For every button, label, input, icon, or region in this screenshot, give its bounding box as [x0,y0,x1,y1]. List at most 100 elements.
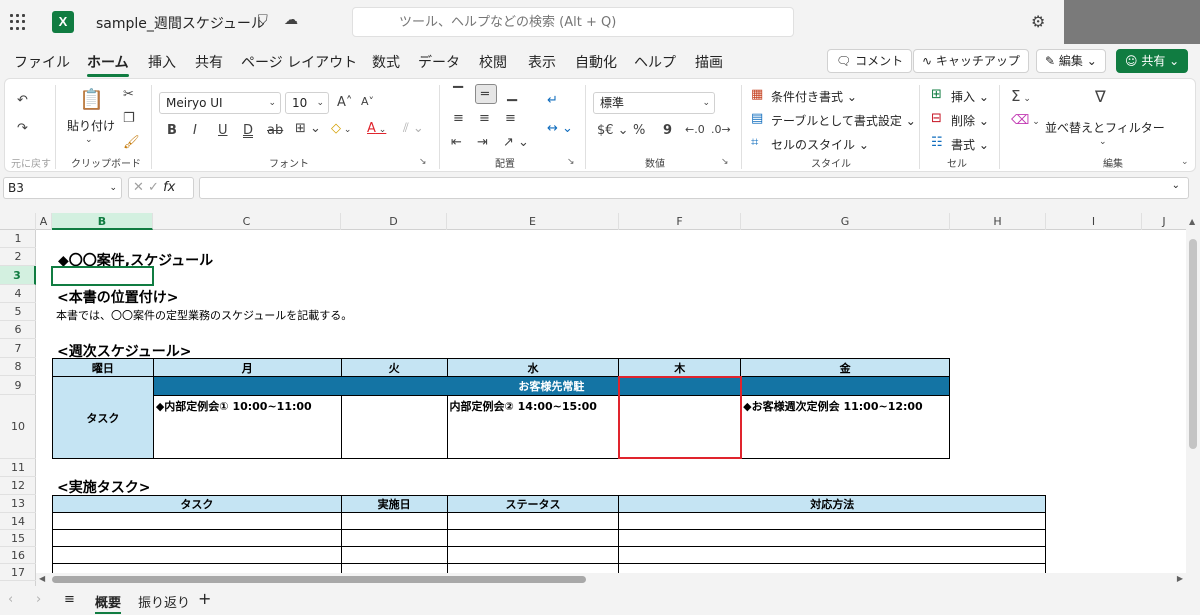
scroll-up-icon[interactable]: ▲ [1189,217,1195,226]
borders-icon[interactable]: ⊞ ⌄ [295,121,321,136]
sensitivity-shield-icon[interactable]: ⛉ [258,13,268,28]
all-sheets-menu-icon[interactable]: ≡ [64,592,75,607]
tab-page-layout[interactable]: ページ レイアウト [241,52,357,72]
row-header-11[interactable]: 11 [0,459,36,477]
tab-view[interactable]: 表示 [528,52,556,72]
vertical-scroll-thumb[interactable] [1189,239,1197,449]
enter-icon[interactable]: ✓ [148,180,159,195]
column-header-c[interactable]: C [153,213,341,230]
decrease-indent-icon[interactable]: ⇤ [451,135,462,150]
row-header-13[interactable]: 13 [0,495,36,513]
tab-file[interactable]: ファイル [14,52,70,72]
sort-filter-button[interactable]: 並べ替えとフィルター [1045,119,1165,136]
tab-home[interactable]: ホーム [87,52,129,77]
search-box[interactable] [352,7,794,37]
font-name-select[interactable]: Meiryo UI ⌄ [159,92,281,114]
worksheet-grid[interactable]: A B C D E F G H I J 1 2 3 4 5 6 7 8 9 10… [0,213,1200,586]
column-header-d[interactable]: D [341,213,447,230]
bold-icon[interactable]: B [167,123,177,138]
comma-style-icon[interactable]: 9 [663,123,672,138]
paste-icon[interactable]: 📋 [79,87,104,111]
status-cell[interactable] [446,546,620,564]
name-box[interactable]: B3 ⌄ [3,177,122,199]
tab-formulas[interactable]: 数式 [372,52,400,72]
weekday-header[interactable]: 曜日 [52,358,154,377]
column-header-b[interactable]: B [52,213,153,230]
tasks-col-date[interactable]: 実施日 [340,495,448,513]
selected-cell-b3[interactable] [51,266,154,286]
task-label-cell[interactable]: タスク [52,376,154,459]
row-header-15[interactable]: 15 [0,530,36,547]
tuesday-task[interactable] [340,395,448,459]
column-header-i[interactable]: I [1046,213,1142,230]
method-cell[interactable] [618,529,1046,547]
column-header-a[interactable]: A [36,213,52,230]
position-text[interactable]: 本書では、〇〇案件の定型業務のスケジュールを記載する。 [56,307,352,323]
thursday-header[interactable]: 木 [618,358,742,377]
method-cell[interactable] [618,546,1046,564]
sheet-tab-overview[interactable]: 概要 [95,592,122,614]
add-sheet-icon[interactable]: + [198,589,211,608]
column-header-j[interactable]: J [1142,213,1186,230]
column-header-h[interactable]: H [950,213,1046,230]
cell-styles-icon[interactable]: ⌗ [751,135,758,150]
comment-button[interactable]: 🗨 コメント [827,49,913,73]
tab-insert[interactable]: 挿入 [148,52,176,72]
conditional-format-icon[interactable]: ▦ [751,87,763,102]
next-sheet-icon[interactable]: › [36,592,41,607]
task-cell[interactable] [52,529,342,547]
sort-filter-dropdown-icon[interactable]: ⌄ [1099,137,1107,147]
row-header-5[interactable]: 5 [0,303,36,321]
formula-input[interactable]: ⌄ [199,177,1189,199]
row-header-17[interactable]: 17 [0,564,36,581]
row-header-4[interactable]: 4 [0,285,36,303]
horizontal-scroll-thumb[interactable] [52,576,586,583]
undo-icon[interactable]: ↶ [17,93,28,108]
tuesday-header[interactable]: 火 [340,358,448,377]
monday-header[interactable]: 月 [152,358,342,377]
onsite-banner[interactable]: お客様先常駐 [152,376,951,396]
merge-center-icon[interactable]: ↔ ⌄ [547,121,573,136]
position-heading[interactable]: <本書の位置付け> [57,287,178,307]
tab-draw[interactable]: 描画 [695,52,723,72]
date-cell[interactable] [340,529,448,547]
paste-label[interactable]: 貼り付け [67,117,115,134]
orientation-icon[interactable]: ↗ ⌄ [503,135,529,150]
sort-filter-icon[interactable]: ∇ [1095,87,1106,106]
method-cell[interactable] [618,512,1046,530]
row-header-1[interactable]: 1 [0,230,36,248]
friday-header[interactable]: 金 [740,358,950,377]
tab-data[interactable]: データ [418,52,460,72]
tab-share[interactable]: 共有 [195,52,223,72]
format-table-icon[interactable]: ▤ [751,111,763,126]
font-size-select[interactable]: 10 ⌄ [285,92,329,114]
select-all-corner[interactable] [0,213,36,230]
increase-indent-icon[interactable]: ⇥ [477,135,488,150]
insert-cells-icon[interactable]: ⊞ [931,87,942,102]
align-center-icon[interactable]: ≡ [479,111,490,126]
clear-icon[interactable]: ⌫ ⌄ [1011,113,1040,128]
tasks-col-method[interactable]: 対応方法 [618,495,1046,513]
search-input[interactable] [353,8,793,36]
conditional-format-button[interactable]: 条件付き書式 ⌄ [771,88,857,105]
copy-icon[interactable]: ❐ [123,111,135,126]
row-header-7[interactable]: 7 [0,339,36,358]
underline-icon[interactable]: U [218,123,228,138]
font-color-icon[interactable]: A ⌄ [367,121,386,136]
delete-cells-icon[interactable]: ⊟ [931,111,942,126]
row-header-16[interactable]: 16 [0,547,36,564]
ribbon-collapse-icon[interactable]: ⌄ [1181,157,1189,167]
insert-function-icon[interactable]: fx [163,180,175,195]
align-middle-icon[interactable]: ═ [481,87,489,102]
tasks-heading[interactable]: <実施タスク> [57,477,150,497]
insert-cells-button[interactable]: 挿入 ⌄ [951,88,989,105]
sheet-tab-retrospective[interactable]: 振り返り [138,592,190,611]
delete-cells-button[interactable]: 削除 ⌄ [951,112,989,129]
number-format-select[interactable]: 標準 ⌄ [593,92,715,114]
increase-font-icon[interactable]: A˄ [337,95,352,110]
date-cell[interactable] [340,546,448,564]
monday-task[interactable]: ◆内部定例会① 10:00~11:00 [152,395,342,459]
vertical-scrollbar[interactable]: ▲ [1186,213,1200,586]
tasks-col-task[interactable]: タスク [52,495,342,513]
italic-icon[interactable]: I [193,123,197,138]
